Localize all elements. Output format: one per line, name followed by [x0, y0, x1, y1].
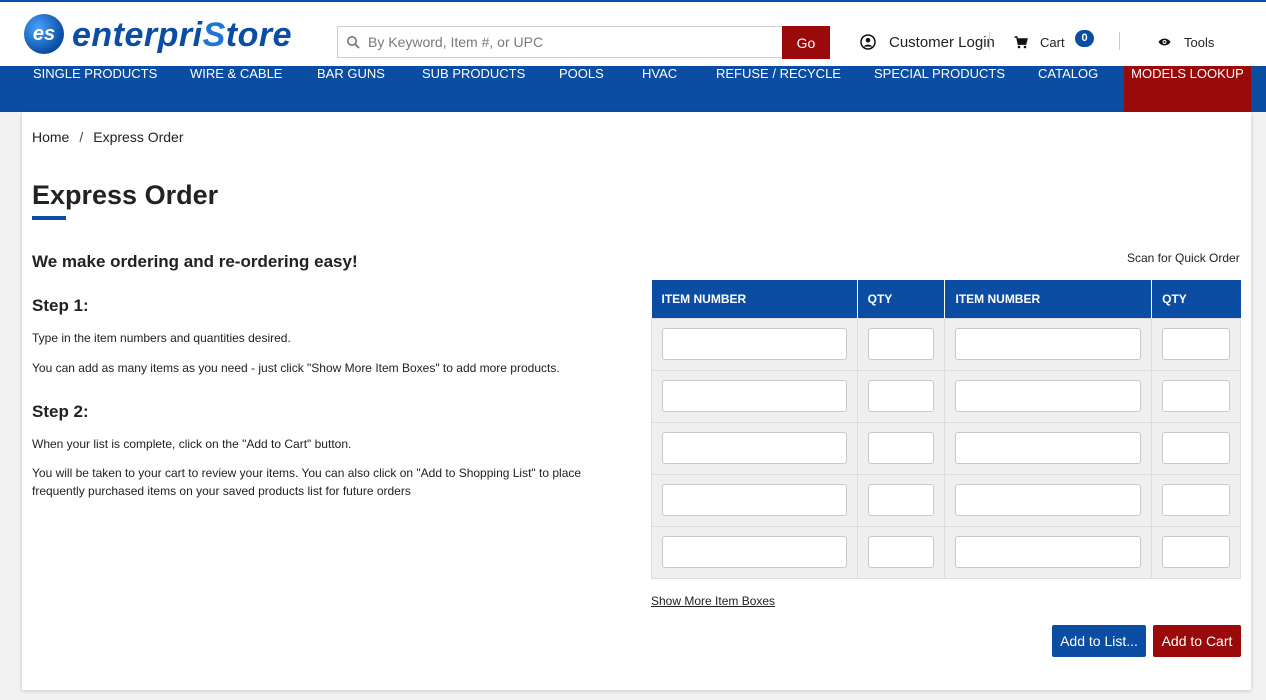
step2-heading: Step 2:	[32, 402, 89, 421]
cart-link[interactable]: Cart 0	[1014, 30, 1094, 52]
nav-item-special-products[interactable]: SPECIAL PRODUCTS	[874, 66, 1005, 112]
nav-item-single-products[interactable]: SINGLE PRODUCTS	[33, 66, 157, 112]
nav-item-sub-products[interactable]: SUB PRODUCTS	[422, 66, 525, 112]
title-underline	[32, 216, 66, 220]
express-order-card: Home / Express Order Express Order We make…	[22, 112, 1251, 690]
qty-input[interactable]	[1162, 328, 1230, 360]
column-header-item-number: ITEM NUMBER	[651, 280, 858, 318]
customer-login-label: Customer Login	[889, 33, 995, 51]
site-logo[interactable]: es enterpriStore	[24, 14, 306, 56]
eye-icon	[1158, 38, 1171, 46]
qty-input[interactable]	[867, 380, 935, 412]
item-number-input[interactable]	[662, 536, 847, 568]
table-header-row: ITEM NUMBER QTY ITEM NUMBER QTY	[651, 280, 1241, 318]
item-number-input[interactable]	[662, 432, 847, 464]
user-icon	[860, 34, 876, 50]
item-number-input[interactable]	[955, 484, 1142, 516]
search-input[interactable]	[368, 27, 778, 57]
logo-wordmark: enterpriStore	[72, 16, 293, 54]
tools-link[interactable]: Tools	[1158, 32, 1214, 52]
search-box	[337, 26, 783, 58]
column-header-qty: QTY	[857, 280, 946, 318]
column-header-qty: QTY	[1151, 280, 1241, 318]
customer-login-link[interactable]: Customer Login	[860, 32, 995, 52]
express-order-table: ITEM NUMBER QTY ITEM NUMBER QTY	[651, 280, 1241, 579]
table-row	[651, 369, 1241, 423]
table-row	[651, 525, 1241, 579]
site-header: es enterpriStore Go Customer Login Cart …	[0, 0, 1266, 66]
qty-input[interactable]	[1162, 484, 1230, 516]
column-header-item-number: ITEM NUMBER	[944, 280, 1153, 318]
scan-quick-order-link[interactable]: Scan for Quick Order	[1127, 251, 1240, 265]
breadcrumb-current: Express Order	[93, 129, 184, 145]
qty-input[interactable]	[867, 536, 935, 568]
search-go-button[interactable]: Go	[782, 26, 830, 59]
cart-label: Cart	[1040, 34, 1065, 50]
nav-item-pools[interactable]: POOLS	[559, 66, 604, 112]
header-divider	[1119, 32, 1120, 50]
add-to-list-button[interactable]: Add to List...	[1052, 625, 1146, 657]
search-icon	[347, 36, 360, 49]
item-number-input[interactable]	[662, 328, 847, 360]
intro-heading: We make ordering and re-ordering easy!	[32, 252, 358, 271]
qty-input[interactable]	[1162, 536, 1230, 568]
nav-item-hvac[interactable]: HVAC	[642, 66, 677, 112]
breadcrumb-home[interactable]: Home	[32, 129, 69, 145]
qty-input[interactable]	[867, 484, 935, 516]
nav-item-models-lookup[interactable]: MODELS LOOKUP	[1124, 66, 1251, 112]
step2-text-2: You will be taken to your cart to review…	[32, 466, 582, 498]
add-to-cart-button[interactable]: Add to Cart	[1153, 625, 1241, 657]
breadcrumb-separator: /	[79, 129, 84, 145]
qty-input[interactable]	[1162, 432, 1230, 464]
item-number-input[interactable]	[955, 328, 1142, 360]
step1-text-1: Type in the item numbers and quantities …	[32, 331, 291, 345]
logo-mark: es	[24, 14, 64, 54]
header-divider	[989, 32, 990, 50]
breadcrumb: Home / Express Order	[32, 129, 184, 145]
nav-item-catalog[interactable]: CATALOG	[1038, 66, 1098, 112]
show-more-item-boxes-link[interactable]: Show More Item Boxes	[651, 594, 775, 608]
qty-input[interactable]	[867, 328, 935, 360]
step1-heading: Step 1:	[32, 296, 89, 315]
item-number-input[interactable]	[662, 484, 847, 516]
nav-item-wire-cable[interactable]: WIRE & CABLE	[190, 66, 282, 112]
nav-item-refuse-recycle[interactable]: REFUSE / RECYCLE	[716, 66, 841, 112]
table-row	[651, 317, 1241, 371]
table-row	[651, 473, 1241, 527]
item-number-input[interactable]	[955, 432, 1142, 464]
table-row	[651, 421, 1241, 475]
step2-text-1: When your list is complete, click on the…	[32, 437, 352, 451]
item-number-input[interactable]	[955, 380, 1142, 412]
item-number-input[interactable]	[662, 380, 847, 412]
cart-count-badge: 0	[1075, 30, 1094, 47]
nav-item-bar-guns[interactable]: BAR GUNS	[317, 66, 385, 112]
qty-input[interactable]	[867, 432, 935, 464]
step1-text-2: You can add as many items as you need - …	[32, 361, 560, 375]
cart-icon	[1014, 35, 1028, 48]
page-title: Express Order	[32, 180, 219, 210]
qty-input[interactable]	[1162, 380, 1230, 412]
tools-label: Tools	[1184, 34, 1215, 50]
main-nav: SINGLE PRODUCTS WIRE & CABLE BAR GUNS SU…	[0, 66, 1266, 112]
item-number-input[interactable]	[955, 536, 1142, 568]
